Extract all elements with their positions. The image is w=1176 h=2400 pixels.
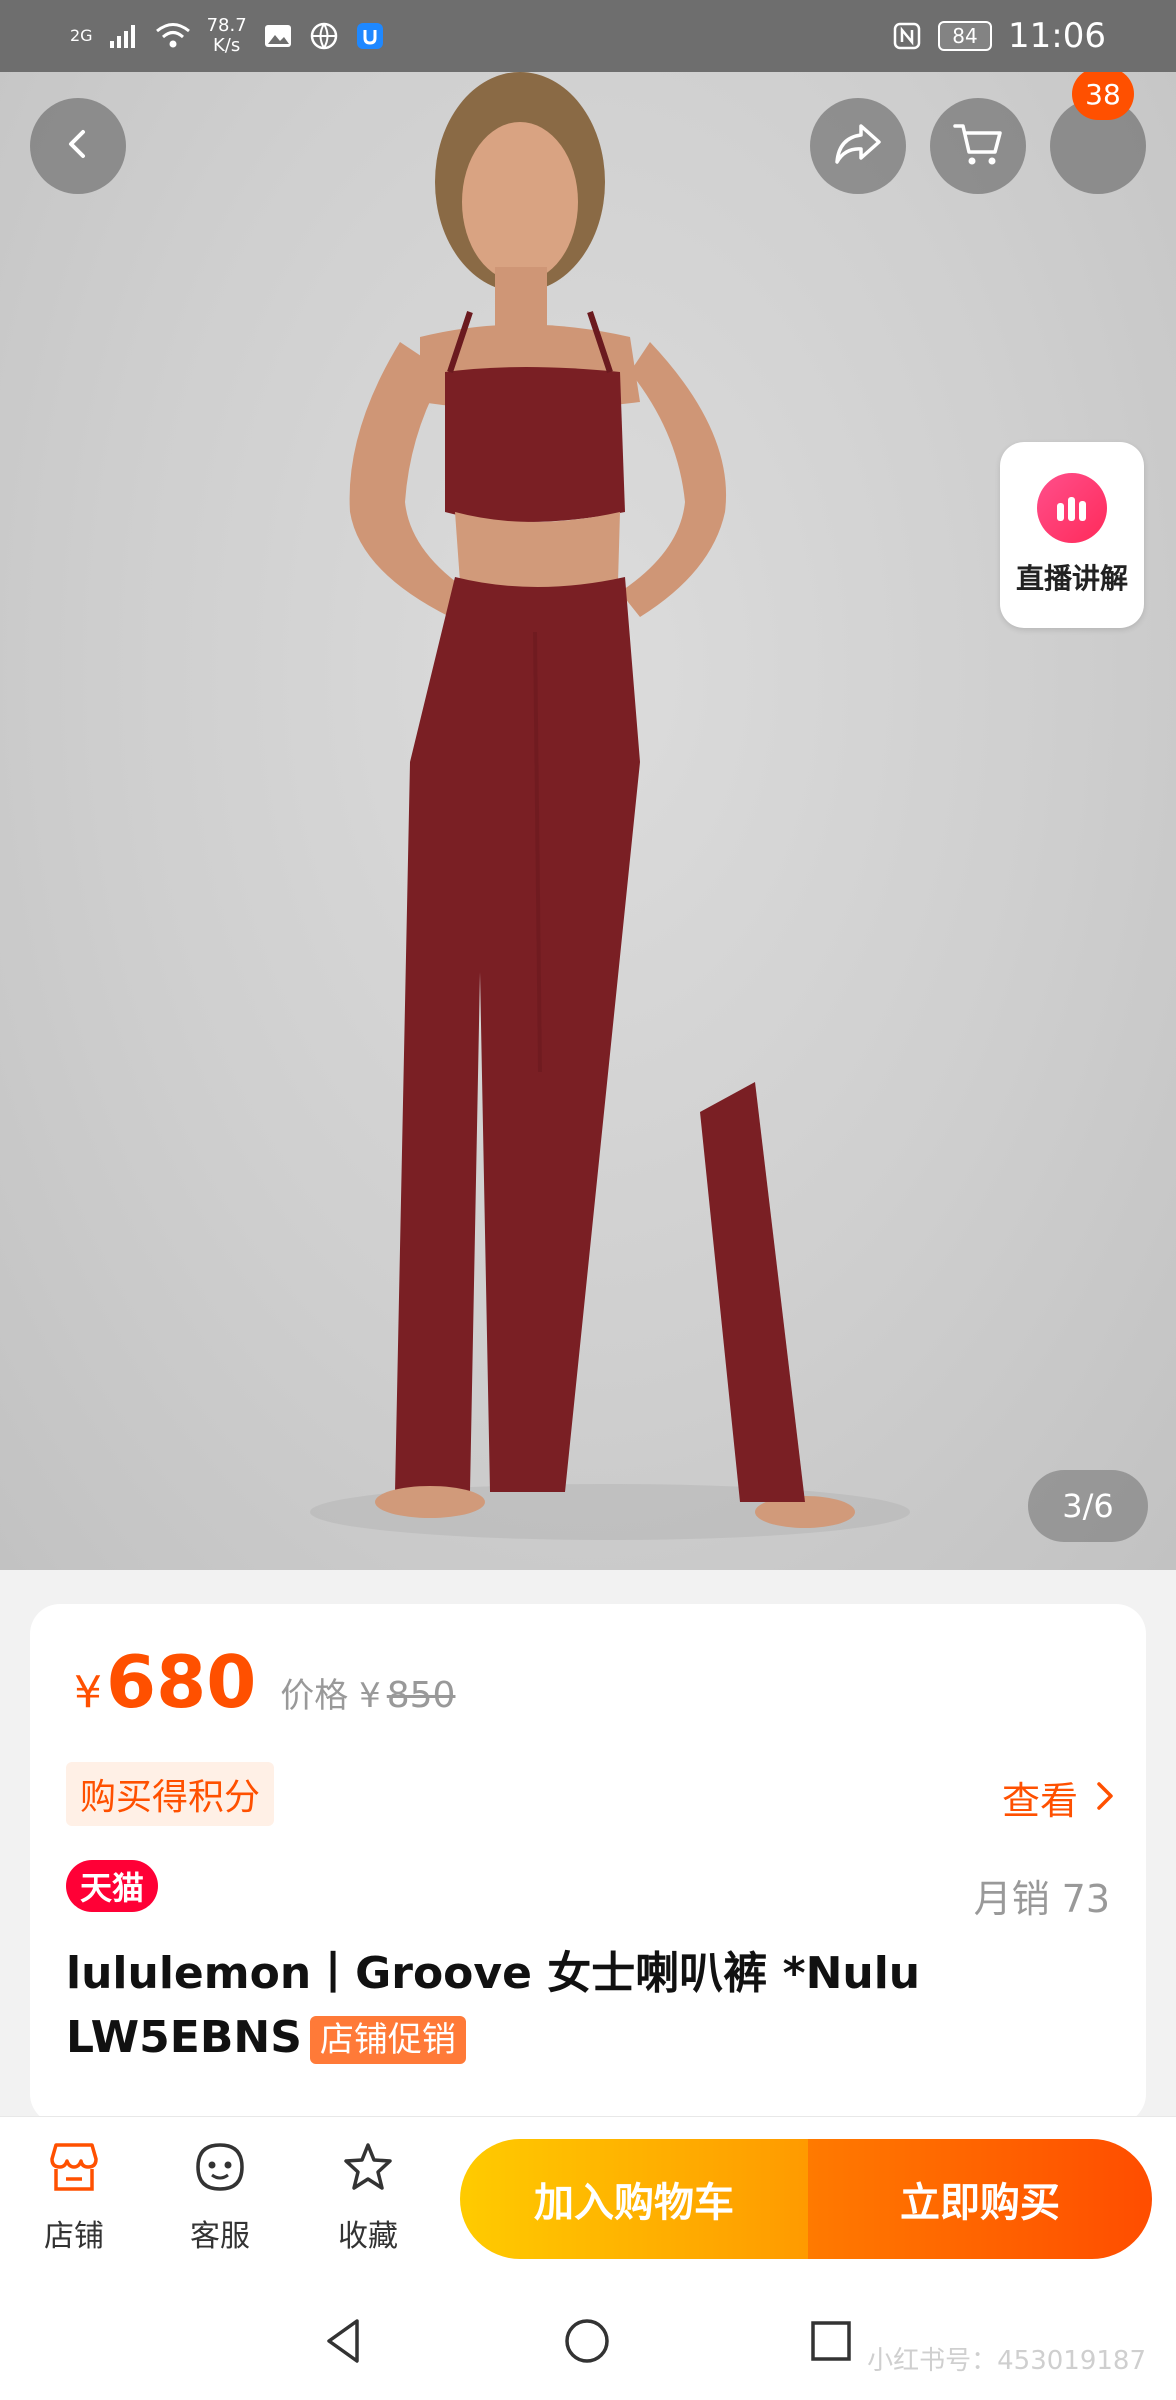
wifi-icon [155,22,191,50]
view-points-link[interactable]: 查看 [1002,1770,1114,1825]
original-price: 850 [386,1675,456,1716]
tmall-badge: 天猫 [66,1860,159,1912]
clock: 11:06 [1008,16,1106,56]
speed-unit: K/s [212,35,241,56]
share-button[interactable] [810,98,906,194]
globe-icon [309,21,339,51]
monthly-sales: 月销 73 [973,1877,1110,1921]
product-photo [310,72,910,1540]
nav-recents-button[interactable] [804,2316,858,2370]
currency-symbol: ¥ [74,1667,102,1718]
product-title: lululemon丨Groove 女士喇叭裤 *Nulu LW5EBNS 店铺促销 [66,1942,1106,2070]
chevron-left-icon [61,127,95,165]
square-recents-icon [809,2319,853,2367]
current-price: 680 [106,1640,257,1724]
gallery-page-indicator: 3/6 [1028,1470,1148,1542]
status-bar: 2G 78.7 K/s 84 11:06 [0,0,1176,72]
price-row: ¥ 680 价格 ¥ 850 [74,1640,455,1724]
store-promo-tag[interactable]: 店铺促销 [309,2016,466,2064]
store-button[interactable]: 店铺 [14,2141,134,2255]
app-notification-icon [355,21,385,51]
customer-service-button[interactable]: 客服 [160,2141,280,2255]
share-icon [833,122,883,170]
original-price-label: 价格 ¥ [280,1676,381,1716]
signal-icon [109,23,139,49]
nav-home-button[interactable] [560,2316,614,2370]
product-info-card: ¥ 680 价格 ¥ 850 购买得积分 查看 天猫 月销 73 lululem… [30,1604,1146,2124]
buy-now-button[interactable]: 立即购买 [808,2139,1152,2259]
add-to-cart-button[interactable]: 加入购物车 [460,2139,808,2259]
live-explain-label: 直播讲解 [1015,562,1128,595]
triangle-back-icon [321,2317,365,2369]
live-explain-button[interactable]: 直播讲解 [1000,442,1144,628]
circle-home-icon [563,2317,611,2369]
cart-button[interactable] [930,98,1026,194]
speed-value: 78.7 [206,15,247,36]
chevron-right-icon [1096,1776,1114,1820]
customer-service-icon [192,2141,248,2201]
live-bars-icon [1037,473,1107,543]
product-image-gallery[interactable]: 38 直播讲解 3/6 [0,72,1176,1570]
gallery-icon [263,22,293,50]
product-title-text: lululemon丨Groove 女士喇叭裤 *Nulu LW5EBNS [66,1948,921,2063]
bottom-action-bar: 店铺 客服 收藏 加入购物车 立即购买 [0,2116,1176,2287]
network-type: 2G [70,26,93,45]
store-label: 店铺 [44,2219,104,2254]
favorite-label: 收藏 [338,2219,398,2254]
nav-back-button[interactable] [316,2316,370,2370]
back-button[interactable] [30,98,126,194]
star-icon [340,2141,396,2201]
customer-service-label: 客服 [190,2219,250,2254]
message-count-badge: 38 [1072,72,1134,120]
store-icon [46,2141,102,2201]
favorite-button[interactable]: 收藏 [308,2141,428,2255]
points-tag: 购买得积分 [66,1762,275,1826]
view-link-label: 查看 [1001,1779,1078,1823]
cart-icon [952,120,1004,172]
nfc-icon [892,21,922,51]
watermark: 小红书号：453019187 [867,2346,1146,2376]
battery-indicator: 84 [938,21,993,51]
network-speed: 78.7 K/s [207,16,247,56]
